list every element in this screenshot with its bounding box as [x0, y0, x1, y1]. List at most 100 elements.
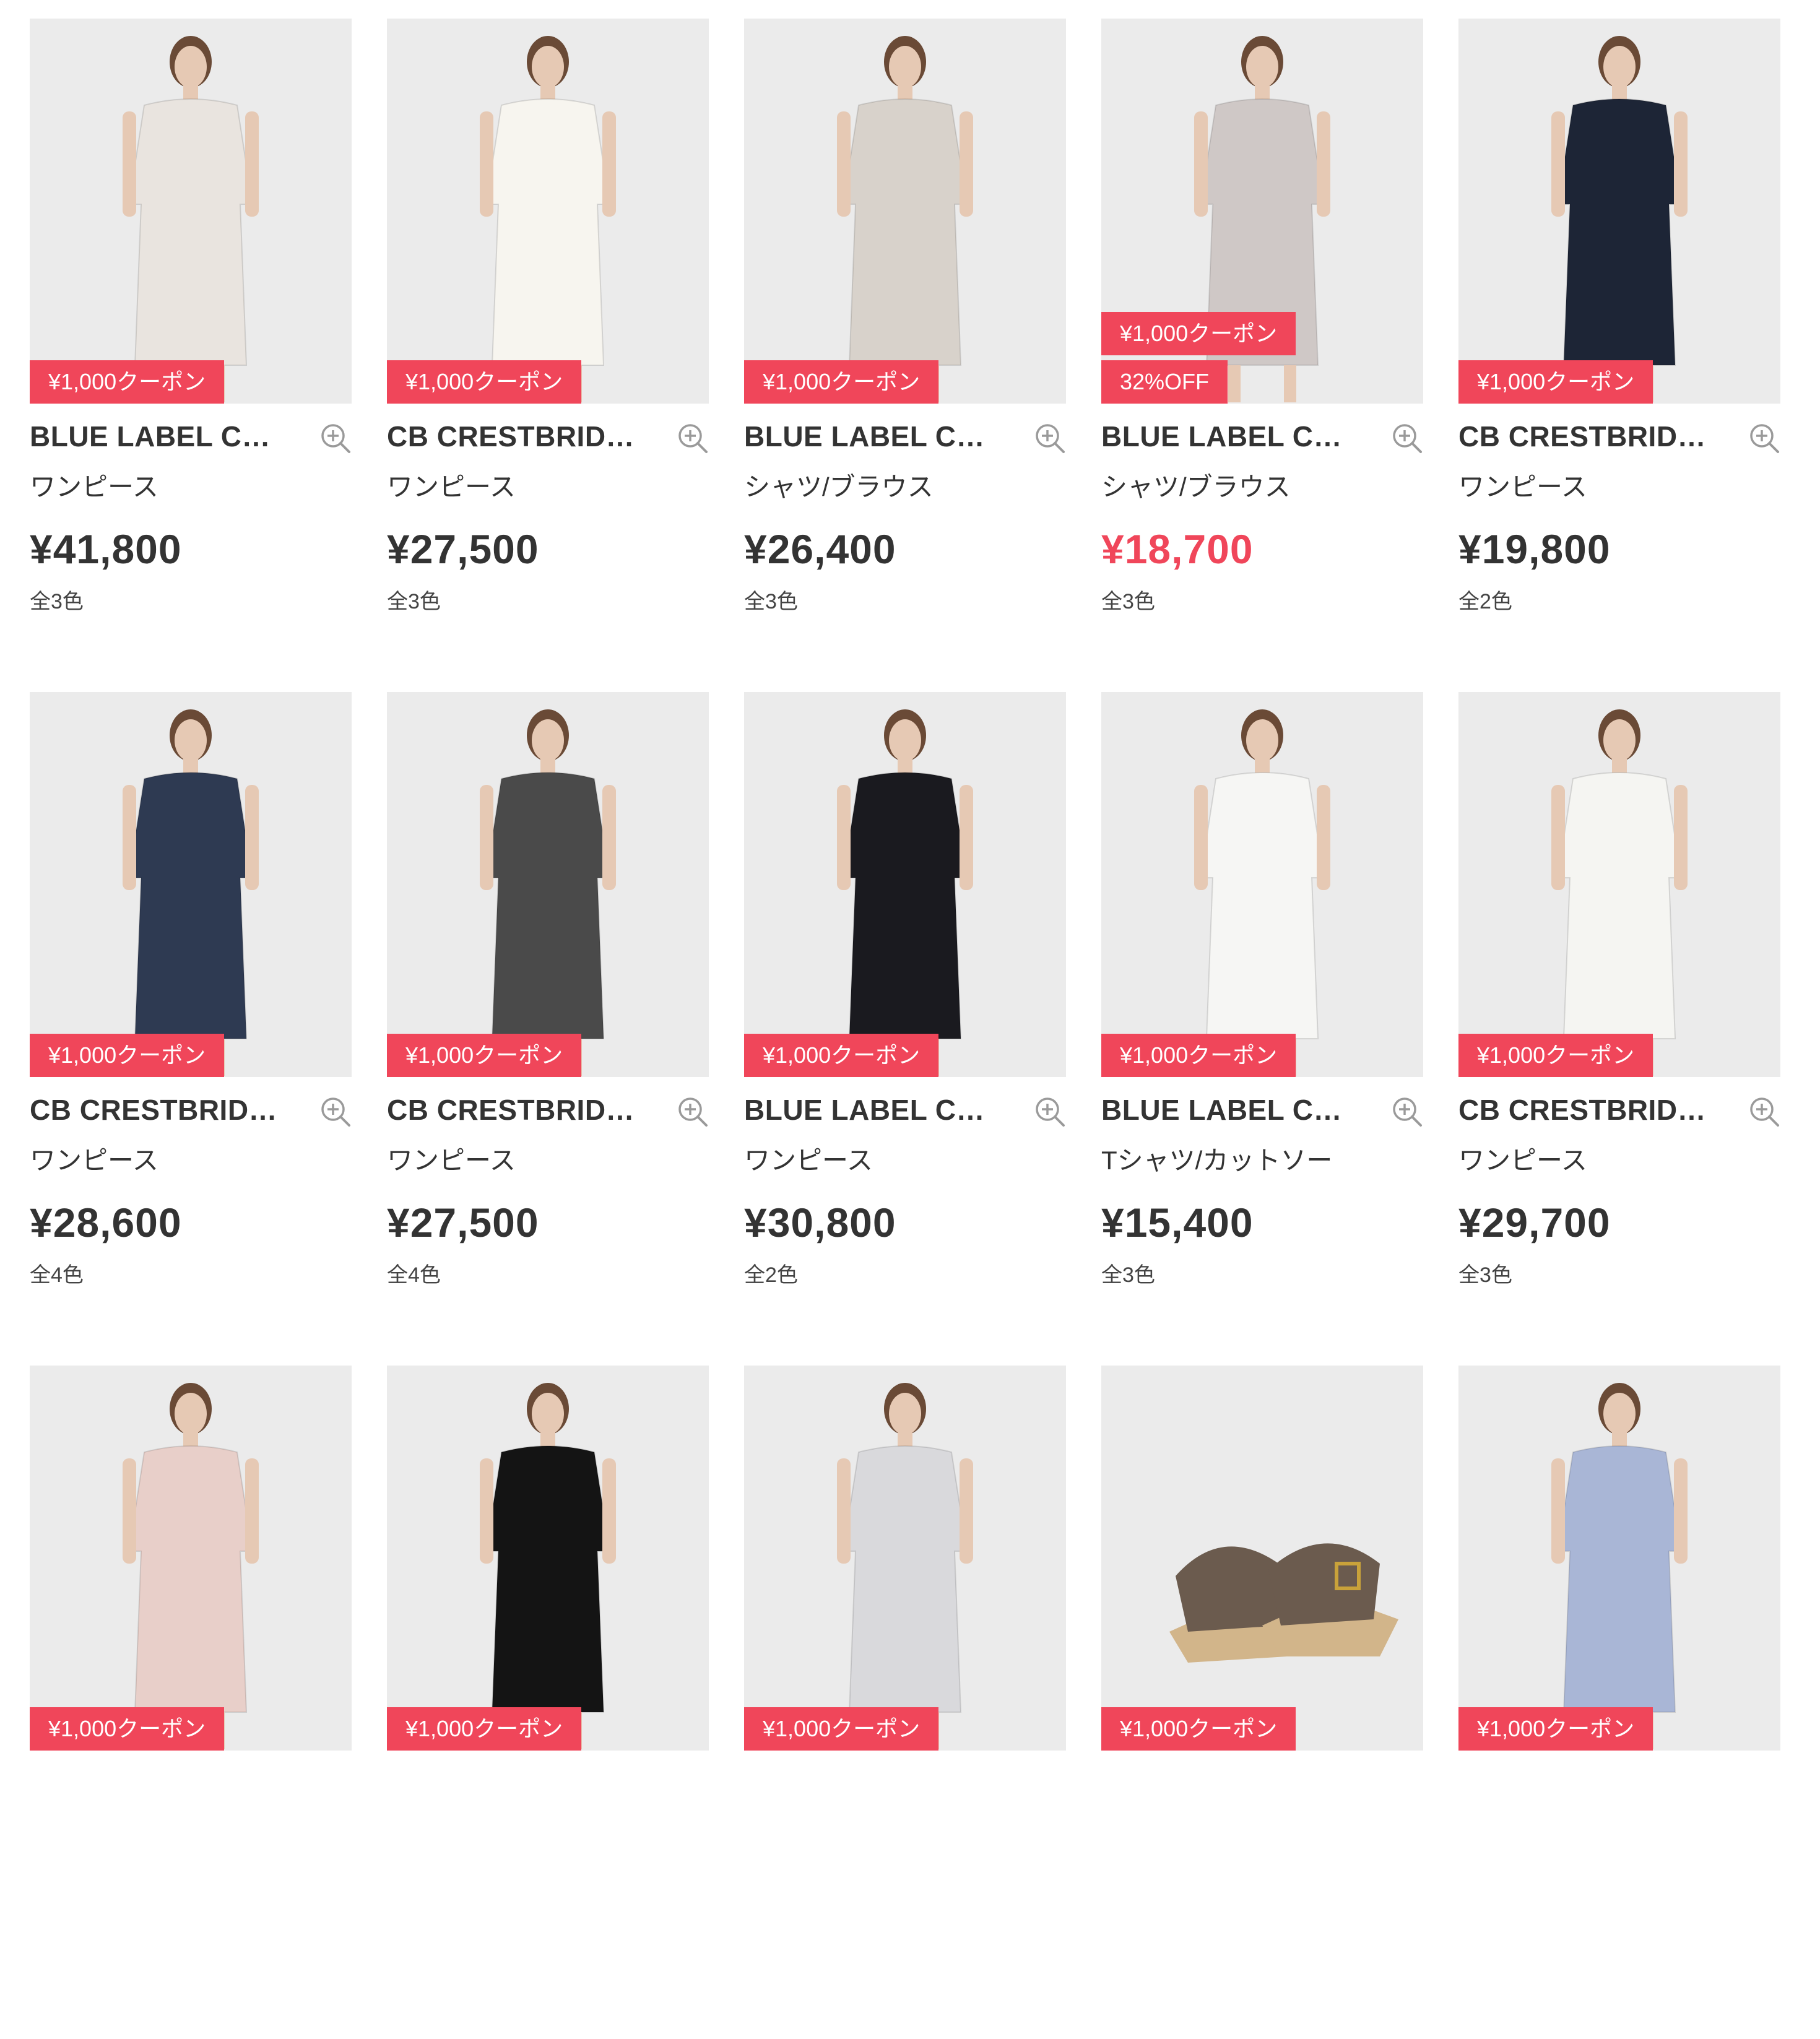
product-card[interactable]: ¥1,000クーポン — [30, 1366, 352, 2039]
coupon-badge: ¥1,000クーポン — [1101, 1034, 1296, 1077]
product-card[interactable]: ¥1,000クーポン BLUE LABEL C… Tシャツ/カットソー ¥15,400… — [1101, 692, 1423, 1366]
product-price: ¥18,700 — [1101, 526, 1254, 572]
product-image[interactable]: ¥1,000クーポン — [387, 1366, 709, 1751]
color-count: 全3色 — [744, 590, 798, 613]
discount-badge: 32%OFF — [1101, 360, 1228, 404]
coupon-badge: ¥1,000クーポン — [744, 1707, 939, 1751]
coupon-badge: ¥1,000クーポン — [744, 360, 939, 404]
brand-name[interactable]: BLUE LABEL C… — [1101, 420, 1361, 453]
zoom-in-icon[interactable] — [319, 1096, 352, 1128]
coupon-badge: ¥1,000クーポン — [1101, 312, 1296, 355]
product-card[interactable]: ¥1,000クーポン 32%OFF BLUE LABEL C… シャツ/ブラウス ¥18… — [1101, 19, 1423, 692]
product-card[interactable]: ¥1,000クーポン — [387, 1366, 709, 2039]
color-count: 全2色 — [744, 1263, 798, 1287]
color-count: 全3色 — [1458, 1263, 1512, 1287]
brand-name[interactable]: CB CRESTBRID… — [387, 420, 647, 453]
brand-row: BLUE LABEL C… — [744, 404, 1066, 465]
product-card[interactable]: ¥1,000クーポン CB CRESTBRID… ワンピース ¥29,700 全3色 — [1458, 692, 1780, 1366]
product-card[interactable]: ¥1,000クーポン — [1101, 1366, 1423, 2039]
color-count: 全3色 — [387, 590, 441, 613]
product-grid: ¥1,000クーポン BLUE LABEL C… ワンピース ¥41,800 全3色 ¥1… — [30, 19, 1780, 2039]
zoom-in-icon[interactable] — [1034, 422, 1066, 454]
product-price: ¥27,500 — [387, 526, 539, 572]
product-image[interactable]: ¥1,000クーポン — [30, 19, 352, 404]
color-count: 全4色 — [30, 1263, 84, 1287]
product-image[interactable]: ¥1,000クーポン — [744, 19, 1066, 404]
product-category: Tシャツ/カットソー — [1101, 1146, 1333, 1175]
product-card[interactable]: ¥1,000クーポン — [1458, 1366, 1780, 2039]
zoom-in-icon[interactable] — [1391, 422, 1423, 454]
product-price: ¥29,700 — [1458, 1200, 1611, 1245]
product-card[interactable]: ¥1,000クーポン BLUE LABEL C… シャツ/ブラウス ¥26,400 全3… — [744, 19, 1066, 692]
product-card[interactable]: ¥1,000クーポン — [744, 1366, 1066, 2039]
coupon-badge: ¥1,000クーポン — [387, 360, 582, 404]
coupon-badge: ¥1,000クーポン — [30, 360, 225, 404]
product-category: ワンピース — [1458, 472, 1587, 501]
product-price: ¥26,400 — [744, 526, 896, 572]
zoom-in-icon[interactable] — [1748, 422, 1780, 454]
product-image[interactable]: ¥1,000クーポン — [1458, 1366, 1780, 1751]
color-count: 全3色 — [1101, 590, 1155, 613]
product-price: ¥15,400 — [1101, 1200, 1254, 1245]
coupon-badge: ¥1,000クーポン — [1458, 360, 1653, 404]
product-image[interactable]: ¥1,000クーポン — [30, 1366, 352, 1751]
product-category: ワンピース — [1458, 1146, 1587, 1175]
brand-name[interactable]: CB CRESTBRID… — [1458, 420, 1718, 453]
color-count: 全3色 — [1101, 1263, 1155, 1287]
color-count: 全2色 — [1458, 590, 1512, 613]
color-count: 全4色 — [387, 1263, 441, 1287]
coupon-badge: ¥1,000クーポン — [30, 1034, 225, 1077]
brand-name[interactable]: CB CRESTBRID… — [387, 1093, 647, 1127]
zoom-in-icon[interactable] — [319, 422, 352, 454]
product-category: シャツ/ブラウス — [1101, 472, 1291, 501]
brand-row: BLUE LABEL C… — [1101, 404, 1423, 465]
coupon-badge: ¥1,000クーポン — [387, 1034, 582, 1077]
brand-row: CB CRESTBRID… — [1458, 1077, 1780, 1139]
brand-name[interactable]: CB CRESTBRID… — [30, 1093, 290, 1127]
product-price: ¥19,800 — [1458, 526, 1611, 572]
product-image[interactable]: ¥1,000クーポン — [744, 692, 1066, 1077]
brand-row: CB CRESTBRID… — [387, 404, 709, 465]
product-price: ¥30,800 — [744, 1200, 896, 1245]
product-category: ワンピース — [744, 1146, 873, 1175]
product-card[interactable]: ¥1,000クーポン BLUE LABEL C… ワンピース ¥30,800 全2色 — [744, 692, 1066, 1366]
product-price: ¥28,600 — [30, 1200, 182, 1245]
brand-row: BLUE LABEL C… — [744, 1077, 1066, 1139]
coupon-badge: ¥1,000クーポン — [1458, 1034, 1653, 1077]
brand-name[interactable]: CB CRESTBRID… — [1458, 1093, 1718, 1127]
zoom-in-icon[interactable] — [1391, 1096, 1423, 1128]
product-category: ワンピース — [30, 472, 158, 501]
brand-row: BLUE LABEL C… — [30, 404, 352, 465]
brand-row: CB CRESTBRID… — [387, 1077, 709, 1139]
product-price: ¥27,500 — [387, 1200, 539, 1245]
product-image[interactable]: ¥1,000クーポン — [744, 1366, 1066, 1751]
product-image[interactable]: ¥1,000クーポン — [1101, 1366, 1423, 1751]
coupon-badge: ¥1,000クーポン — [387, 1707, 582, 1751]
product-image[interactable]: ¥1,000クーポン — [1458, 19, 1780, 404]
product-category: シャツ/ブラウス — [744, 472, 934, 501]
product-image[interactable]: ¥1,000クーポン — [387, 19, 709, 404]
brand-name[interactable]: BLUE LABEL C… — [30, 420, 290, 453]
zoom-in-icon[interactable] — [1034, 1096, 1066, 1128]
zoom-in-icon[interactable] — [677, 1096, 709, 1128]
product-image[interactable]: ¥1,000クーポン — [387, 692, 709, 1077]
brand-name[interactable]: BLUE LABEL C… — [1101, 1093, 1361, 1127]
product-price: ¥41,800 — [30, 526, 182, 572]
zoom-in-icon[interactable] — [677, 422, 709, 454]
product-card[interactable]: ¥1,000クーポン CB CRESTBRID… ワンピース ¥27,500 全4色 — [387, 692, 709, 1366]
product-image[interactable]: ¥1,000クーポン — [30, 692, 352, 1077]
product-category: ワンピース — [30, 1146, 158, 1175]
product-card[interactable]: ¥1,000クーポン CB CRESTBRID… ワンピース ¥19,800 全2色 — [1458, 19, 1780, 692]
product-card[interactable]: ¥1,000クーポン CB CRESTBRID… ワンピース ¥28,600 全4色 — [30, 692, 352, 1366]
color-count: 全3色 — [30, 590, 84, 613]
brand-name[interactable]: BLUE LABEL C… — [744, 420, 1004, 453]
product-image[interactable]: ¥1,000クーポン 32%OFF — [1101, 19, 1423, 404]
coupon-badge: ¥1,000クーポン — [744, 1034, 939, 1077]
product-category: ワンピース — [387, 472, 516, 501]
brand-name[interactable]: BLUE LABEL C… — [744, 1093, 1004, 1127]
product-card[interactable]: ¥1,000クーポン BLUE LABEL C… ワンピース ¥41,800 全3色 — [30, 19, 352, 692]
product-image[interactable]: ¥1,000クーポン — [1458, 692, 1780, 1077]
product-card[interactable]: ¥1,000クーポン CB CRESTBRID… ワンピース ¥27,500 全3色 — [387, 19, 709, 692]
zoom-in-icon[interactable] — [1748, 1096, 1780, 1128]
product-image[interactable]: ¥1,000クーポン — [1101, 692, 1423, 1077]
